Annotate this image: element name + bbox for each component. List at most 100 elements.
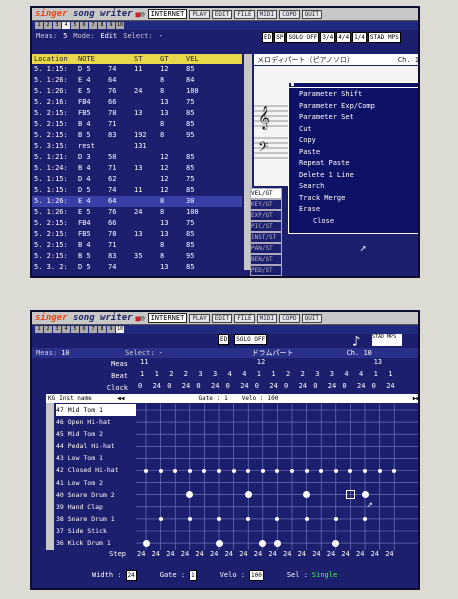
drum-hit[interactable] [348, 468, 353, 473]
popup-menu-item[interactable]: Parameter Set [299, 112, 411, 124]
drum-hit[interactable] [217, 516, 221, 521]
track-9-button[interactable]: 9 [107, 326, 115, 333]
table-row[interactable]: 5. 2:15: B 4 71 8 85 [32, 119, 242, 130]
view-button[interactable]: KEY/GT [250, 199, 282, 210]
drum-hit[interactable] [244, 491, 252, 499]
drum-hit[interactable] [275, 468, 280, 473]
drum-hit[interactable] [246, 468, 251, 473]
drum-hit[interactable] [333, 468, 338, 473]
instrument-row[interactable]: 40 Snare Drum 2 [56, 489, 136, 501]
instrument-row[interactable]: 47 Mid Tom 1 [56, 404, 136, 417]
table-row[interactable]: 5. 1:26: E 4 64 8 30 [32, 196, 242, 207]
drum-hit[interactable] [173, 468, 178, 473]
track-2-button[interactable]: 2 [44, 22, 52, 29]
popup-menu-item[interactable]: Copy [299, 135, 411, 147]
popup-menu-item[interactable]: Track Merge [299, 193, 411, 205]
popup-menu-item[interactable]: Parameter Shift [299, 89, 411, 101]
track-6-button[interactable]: 6 [80, 22, 88, 29]
table-row[interactable]: 5. 1:15: D 5 74 11 12 85 [32, 185, 242, 196]
table-row[interactable]: 5. 2:15: B 5 83 192 8 95 [32, 130, 242, 141]
width-input[interactable]: 24 [125, 569, 137, 581]
drum-grid[interactable]: ➚ [136, 404, 418, 550]
popup-menu-item[interactable]: Close [299, 216, 411, 228]
internet-button[interactable]: INTERNET [147, 9, 188, 19]
track-1-button[interactable]: 1 [35, 326, 43, 333]
drum-hit[interactable] [144, 468, 148, 473]
table-row[interactable]: 5. 1:26: E 5 76 24 8 100 [32, 207, 242, 218]
stad-mps-button[interactable]: STAD MPS [372, 334, 402, 346]
tool-button[interactable]: STAD MPS [367, 32, 401, 43]
scroll-left-icon[interactable]: ◀◀ [117, 395, 124, 402]
drum-hit[interactable] [304, 468, 309, 473]
track-10-button[interactable]: 10 [116, 22, 124, 29]
drum-hit[interactable] [187, 468, 192, 473]
track-9-button[interactable]: 9 [107, 22, 115, 29]
tool-button[interactable]: SOLO OFF [234, 334, 268, 345]
track-1-button[interactable]: 1 [35, 22, 43, 29]
vertical-scrollbar[interactable] [46, 403, 54, 550]
drum-hit[interactable] [217, 468, 221, 473]
track-7-button[interactable]: 7 [89, 22, 97, 29]
track-6-button[interactable]: 6 [80, 326, 88, 333]
instrument-row[interactable]: 43 Low Tom 1 [56, 452, 136, 464]
drum-hit[interactable] [332, 539, 340, 547]
popup-menu-item[interactable]: Delete 1 Line [299, 170, 411, 182]
drum-hit[interactable] [392, 468, 397, 473]
drum-hit[interactable] [259, 539, 267, 547]
drum-hit[interactable] [363, 516, 367, 521]
tool-button[interactable]: 3/4 [320, 32, 336, 43]
table-row[interactable]: 5. 3. 2: D 5 74 13 85 [32, 262, 242, 273]
table-row[interactable]: 5. 2:15: B 4 71 8 85 [32, 240, 242, 251]
drum-hit[interactable] [187, 516, 192, 521]
tool-button[interactable]: ED [262, 32, 274, 43]
view-button[interactable]: PED/ST [250, 265, 282, 276]
instrument-row[interactable]: 36 Kick Drum 1 [56, 537, 136, 549]
table-row[interactable]: 5. 2:15: FB4 66 13 75 [32, 218, 242, 229]
menu-midi[interactable]: MIDI [256, 9, 278, 19]
popup-menu-item[interactable]: Parameter Exp/Comp [299, 101, 411, 113]
track-3-button[interactable]: 3 [53, 326, 61, 333]
drum-hit[interactable] [377, 468, 382, 473]
menu-copd[interactable]: COPD [279, 313, 300, 323]
table-row[interactable]: 5. 2:15: FB5 78 13 13 85 [32, 229, 242, 240]
popup-menu-item[interactable]: Cut [299, 124, 411, 136]
velo-input[interactable]: 100 [248, 569, 264, 581]
menu-play[interactable]: PLAY [189, 313, 210, 323]
instrument-row[interactable]: 42 Closed Hi-hat [56, 464, 136, 476]
table-row[interactable]: 5. 1:26: E 5 76 24 8 100 [32, 86, 242, 97]
scroll-right-icon[interactable]: ▶▶ [413, 395, 418, 402]
drum-hit[interactable] [158, 516, 163, 521]
drum-hit[interactable] [231, 468, 236, 473]
menu-midi[interactable]: MIDI [256, 313, 278, 323]
selected-cell[interactable] [345, 490, 355, 500]
menu-play[interactable]: PLAY [189, 9, 210, 19]
menu-file[interactable]: FILE [234, 9, 255, 19]
menu-edit[interactable]: EDIT [211, 9, 233, 19]
menu-quit[interactable]: QUIT [301, 9, 323, 19]
drum-hit[interactable] [215, 539, 223, 547]
instrument-row[interactable]: 38 Snare Drum 1 [56, 513, 136, 525]
view-button[interactable]: PIC/ST [250, 221, 282, 232]
popup-menu-item[interactable]: Paste [299, 147, 411, 159]
track-4-button[interactable]: 4 [62, 326, 70, 333]
drum-hit[interactable] [260, 468, 265, 473]
track-8-button[interactable]: 8 [98, 22, 106, 29]
table-row[interactable]: 5. 1:15: D 5 74 11 12 85 [32, 64, 242, 75]
drum-hit[interactable] [290, 468, 294, 473]
popup-menu-item[interactable]: Repeat Paste [299, 158, 411, 170]
popup-menu-item[interactable]: Search [299, 181, 411, 193]
view-button[interactable]: VEL/GT [250, 188, 282, 199]
drum-hit[interactable] [142, 539, 150, 547]
drum-hit[interactable] [202, 468, 207, 473]
drum-hit[interactable] [158, 468, 163, 473]
menu-copd[interactable]: COPD [279, 9, 300, 19]
instrument-row[interactable]: 39 Hand Clap [56, 501, 136, 513]
table-row[interactable]: 5. 1:26: E 4 64 8 84 [32, 75, 242, 86]
table-row[interactable]: 5. 2:15: B 5 83 35 8 95 [32, 251, 242, 262]
table-row[interactable]: 5. 3:15: rest 131 [32, 141, 242, 152]
instrument-row[interactable]: 46 Open Hi-hat [56, 416, 136, 428]
table-row[interactable]: 5. 1:15: D 4 62 12 75 [32, 174, 242, 185]
tool-button[interactable]: SOLO OFF [286, 32, 320, 43]
drum-hit[interactable] [361, 491, 369, 499]
instrument-row[interactable]: 44 Pedal Hi-hat [56, 440, 136, 452]
